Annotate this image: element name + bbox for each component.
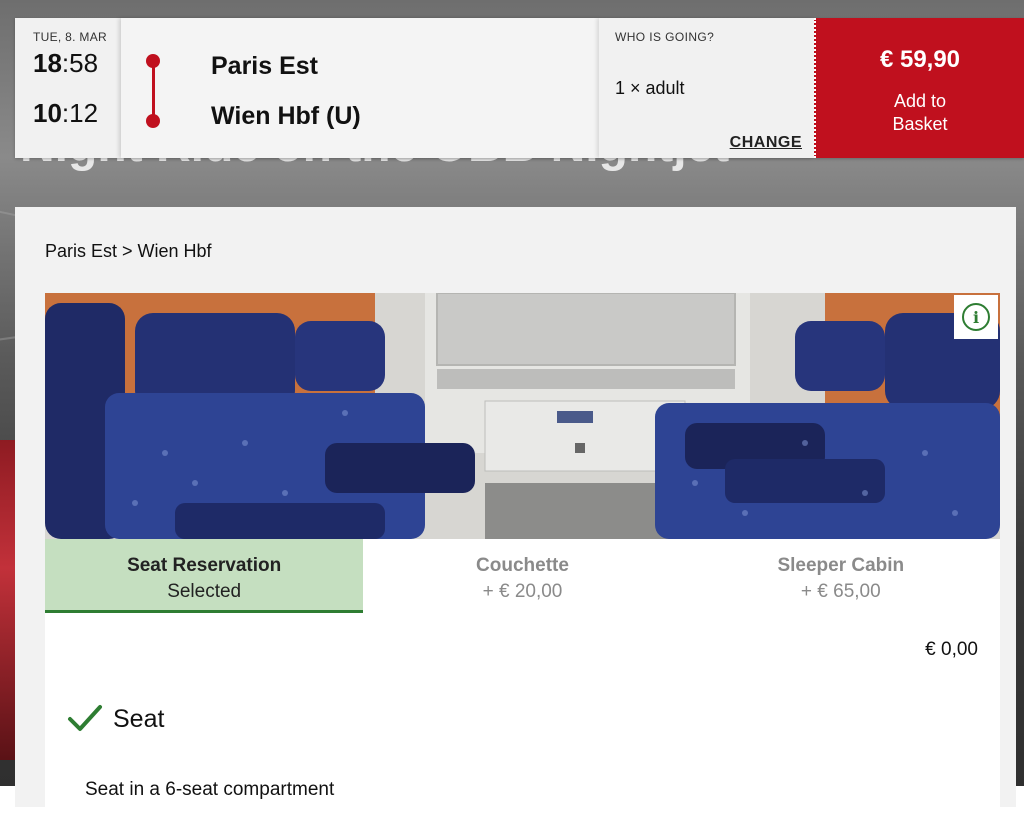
compartment-image xyxy=(45,293,1000,539)
booking-summary-bar: TUE, 8. MAR 18:58 10:12 Paris Est Wien H… xyxy=(15,18,1024,158)
departure-time: 18:58 xyxy=(33,48,99,78)
total-price: € 59,90 xyxy=(879,46,961,73)
route-panel: Paris Est Wien Hbf (U) xyxy=(121,18,599,158)
passengers-label: WHO IS GOING? xyxy=(615,30,715,44)
origin-station: Paris Est xyxy=(211,52,319,80)
category-tabs: Seat Reservation Selected Couchette + € … xyxy=(45,539,1000,614)
passengers-panel: WHO IS GOING? 1 × adult CHANGE xyxy=(599,18,814,158)
info-button[interactable]: i xyxy=(954,295,998,339)
add-to-basket-label: Add to Basket xyxy=(892,91,948,134)
selection-price: € 0,00 xyxy=(925,639,978,660)
destination-station: Wien Hbf (U) xyxy=(211,102,361,130)
change-passengers-link[interactable]: CHANGE xyxy=(730,134,802,152)
add-to-basket-button[interactable]: € 59,90 Add to Basket xyxy=(814,18,1024,158)
tab-couchette[interactable]: Couchette + € 20,00 xyxy=(363,539,681,613)
selection-panel: € 0,00 Seat Seat in a 6-seat compartment xyxy=(45,613,1000,813)
route-line-icon xyxy=(152,62,155,118)
destination-dot-icon xyxy=(146,114,160,128)
offer-card: Paris Est > Wien Hbf i Seat Reservation … xyxy=(15,207,1016,813)
checkmark-icon xyxy=(68,705,102,731)
travel-date: TUE, 8. MAR xyxy=(33,30,107,44)
info-circle-icon: i xyxy=(962,303,990,331)
tab-sleeper-cabin[interactable]: Sleeper Cabin + € 65,00 xyxy=(682,539,1000,613)
selected-item-description: Seat in a 6-seat compartment xyxy=(85,779,335,800)
journey-times: TUE, 8. MAR 18:58 10:12 xyxy=(15,18,121,158)
selected-item-label: Seat xyxy=(113,705,165,733)
breadcrumb: Paris Est > Wien Hbf xyxy=(45,241,212,261)
compartment-photo: i xyxy=(45,293,1000,539)
tab-seat-reservation[interactable]: Seat Reservation Selected xyxy=(45,539,364,613)
arrival-time: 10:12 xyxy=(33,98,99,128)
passengers-summary: 1 × adult xyxy=(615,78,685,98)
